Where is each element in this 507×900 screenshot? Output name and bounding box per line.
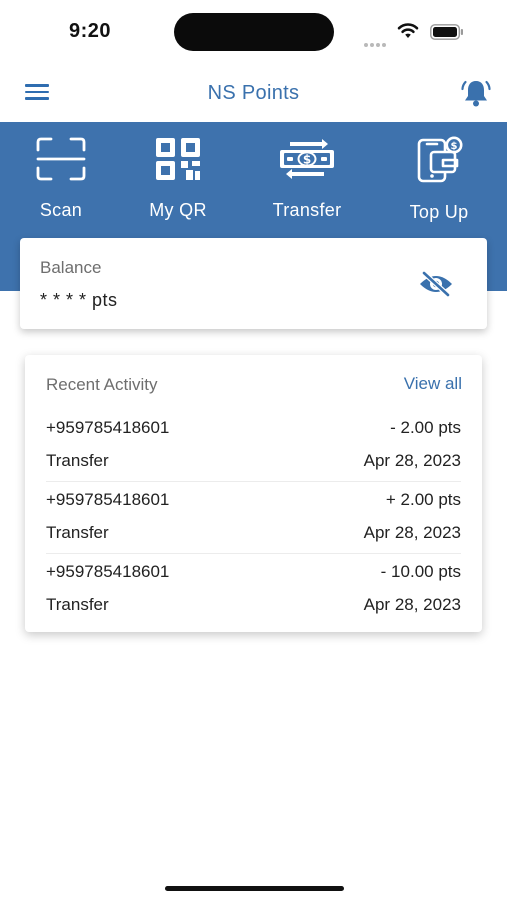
home-indicator[interactable] bbox=[165, 886, 344, 891]
activity-phone: +959785418601 bbox=[46, 418, 170, 437]
wifi-icon bbox=[397, 23, 419, 38]
activity-phone: +959785418601 bbox=[46, 490, 170, 509]
recent-activity-title: Recent Activity bbox=[46, 375, 158, 394]
status-time: 9:20 bbox=[69, 20, 112, 42]
scan-icon bbox=[36, 137, 86, 181]
activity-row[interactable]: +959785418601 + 2.00 pts Transfer Apr 28… bbox=[46, 482, 461, 554]
signal-icon bbox=[364, 34, 390, 47]
my-qr-label: My QR bbox=[149, 200, 207, 220]
scan-label: Scan bbox=[39, 200, 83, 220]
top-up-label: Top Up bbox=[409, 202, 469, 222]
activity-date: Apr 28, 2023 bbox=[363, 595, 461, 614]
activity-row[interactable]: +959785418601 - 10.00 pts Transfer Apr 2… bbox=[46, 554, 461, 626]
transfer-label: Transfer bbox=[272, 200, 342, 220]
app-bar: NS Points bbox=[0, 64, 507, 122]
balance-value: * * * * pts bbox=[40, 290, 118, 310]
svg-text:$: $ bbox=[303, 153, 311, 167]
activity-list: +959785418601 - 2.00 pts Transfer Apr 28… bbox=[46, 410, 461, 626]
transfer-button[interactable]: $ Transfer bbox=[258, 136, 356, 231]
activity-amount: + 2.00 pts bbox=[385, 490, 461, 509]
svg-text:$: $ bbox=[451, 141, 458, 152]
wallet-topup-icon: $ bbox=[417, 136, 463, 183]
recent-activity-card: Recent Activity View all +959785418601 -… bbox=[25, 355, 482, 632]
activity-date: Apr 28, 2023 bbox=[363, 451, 461, 470]
activity-phone: +959785418601 bbox=[46, 562, 170, 581]
activity-date: Apr 28, 2023 bbox=[363, 523, 461, 542]
activity-amount: - 10.00 pts bbox=[380, 562, 461, 581]
page-title: NS Points bbox=[207, 82, 300, 104]
activity-type: Transfer bbox=[46, 595, 109, 614]
money-transfer-icon: $ bbox=[280, 139, 334, 179]
view-all-link[interactable]: View all bbox=[404, 374, 462, 394]
balance-label: Balance bbox=[40, 258, 102, 277]
my-qr-button[interactable]: My QR bbox=[138, 136, 218, 231]
top-up-button[interactable]: $ Top Up bbox=[396, 136, 482, 231]
activity-type: Transfer bbox=[46, 523, 109, 542]
battery-icon bbox=[430, 24, 463, 40]
bell-icon[interactable] bbox=[460, 78, 492, 108]
activity-row[interactable]: +959785418601 - 2.00 pts Transfer Apr 28… bbox=[46, 410, 461, 482]
status-bar: 9:20 bbox=[0, 0, 507, 64]
scan-button[interactable]: Scan bbox=[20, 136, 102, 231]
balance-card: Balance * * * * pts bbox=[20, 238, 487, 329]
dynamic-island bbox=[174, 13, 334, 51]
activity-amount: - 2.00 pts bbox=[390, 418, 461, 437]
eye-off-icon[interactable] bbox=[418, 270, 454, 298]
qr-code-icon bbox=[156, 138, 200, 180]
activity-type: Transfer bbox=[46, 451, 109, 470]
